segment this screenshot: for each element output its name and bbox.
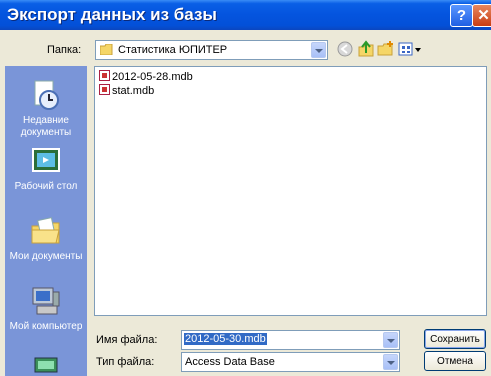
access-db-icon (99, 84, 110, 95)
folder-label: Папка: (47, 44, 82, 56)
access-db-icon (99, 70, 110, 81)
file-item[interactable]: stat.mdb (99, 84, 154, 98)
back-icon[interactable] (336, 40, 354, 58)
place-label: Рабочий стол (14, 181, 78, 192)
file-name: stat.mdb (112, 85, 155, 97)
chevron-down-icon[interactable] (383, 332, 398, 348)
place-label: Мои документы (9, 251, 83, 262)
places-bar: Недавние документы Рабочий стол Мои доку… (5, 66, 87, 376)
view-menu-icon[interactable] (398, 40, 422, 58)
close-button[interactable]: ✕ (472, 4, 491, 27)
recent-documents-icon (34, 80, 59, 110)
filetype-value: Access Data Base (185, 356, 275, 368)
filename-value: 2012-05-30.mdb (184, 333, 267, 345)
file-name: 2012-05-28.mdb (112, 71, 193, 83)
place-label: Мой компьютер (9, 321, 83, 332)
cancel-button[interactable]: Отмена (424, 351, 486, 371)
file-item[interactable]: 2012-05-28.mdb (99, 70, 193, 84)
place-desktop[interactable]: Рабочий стол (5, 144, 87, 193)
folder-icon (100, 44, 113, 55)
file-list[interactable]: 2012-05-28.mdb stat.mdb (94, 66, 487, 316)
filename-input[interactable]: 2012-05-30.mdb (181, 330, 400, 350)
my-computer-icon (32, 287, 60, 315)
filetype-select[interactable]: Access Data Base (181, 352, 400, 372)
save-button[interactable]: Сохранить (424, 329, 486, 349)
place-label: Недавние документы (20, 115, 72, 138)
folder-select[interactable]: Статистика ЮПИТЕР (95, 40, 328, 60)
chevron-down-icon[interactable] (383, 354, 398, 370)
chevron-down-icon[interactable] (311, 42, 326, 58)
title-bar[interactable]: Экспорт данных из базы ? ✕ (0, 0, 491, 30)
network-icon (34, 357, 58, 373)
filetype-label: Тип файла: (96, 356, 155, 368)
place-my-documents[interactable]: Мои документы (5, 214, 87, 263)
up-folder-icon[interactable] (357, 40, 375, 58)
export-dialog: Экспорт данных из базы ? ✕ Папка: Статис… (0, 0, 491, 376)
folder-value: Статистика ЮПИТЕР (118, 44, 228, 56)
place-my-computer[interactable]: Мой компьютер (5, 284, 87, 333)
place-network[interactable] (5, 356, 87, 376)
my-documents-icon (31, 217, 60, 244)
new-folder-icon[interactable] (377, 40, 395, 58)
window-title: Экспорт данных из базы (7, 5, 217, 24)
help-button[interactable]: ? (450, 4, 473, 27)
place-recent[interactable]: Недавние документы (5, 78, 87, 139)
filename-label: Имя файла: (96, 334, 158, 346)
desktop-icon (32, 148, 60, 172)
